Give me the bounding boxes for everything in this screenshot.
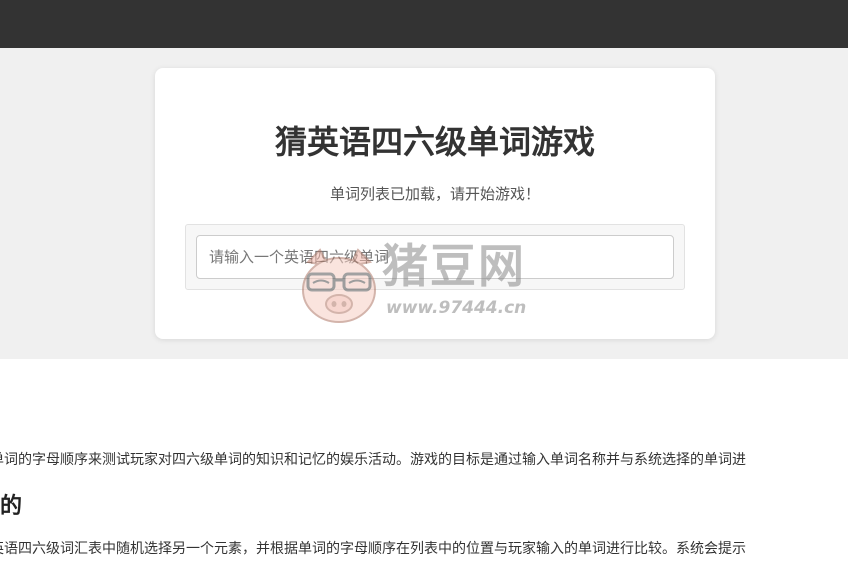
article-paragraph: 英语四六级词汇表中随机选择另一个元素，并根据单词的字母顺序在列表中的位置与玩家输… (0, 541, 746, 557)
game-card: 猜英语四六级单词游戏 单词列表已加载，请开始游戏！ (155, 68, 715, 339)
article-section: 单词的字母顺序来测试玩家对四六级单词的知识和记忆的娱乐活动。游戏的目标是通过输入… (0, 359, 848, 561)
guess-input-container (185, 224, 685, 290)
game-status-message: 单词列表已加载，请开始游戏！ (329, 185, 540, 203)
article-heading: 现的 (0, 494, 23, 519)
word-guess-input[interactable] (196, 235, 674, 279)
game-title: 猜英语四六级单词游戏 (274, 123, 595, 161)
top-navigation-bar (0, 0, 848, 48)
article-paragraph: 单词的字母顺序来测试玩家对四六级单词的知识和记忆的娱乐活动。游戏的目标是通过输入… (0, 452, 746, 468)
